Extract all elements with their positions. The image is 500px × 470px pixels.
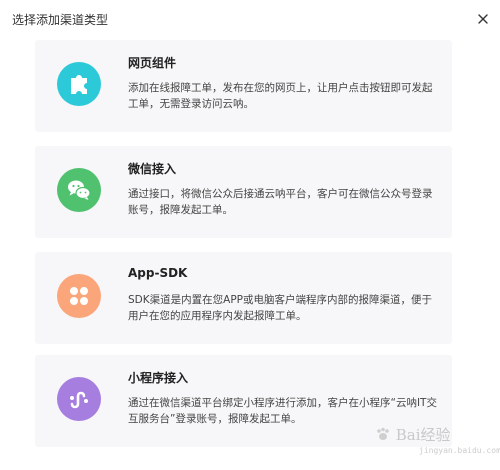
web-widget-icon-circle <box>57 62 101 106</box>
watermark-text: Bai经验 <box>395 426 451 444</box>
card-description: 通过在微信渠道平台绑定小程序进行添加，客户在小程序“云呐IT交互服务台”登录账号… <box>128 397 437 425</box>
card-title: 微信接入 <box>128 162 177 176</box>
miniprogram-icon <box>70 391 88 409</box>
baidu-jingyan-watermark: Bai经验 jingyan.baidu.com <box>375 424 500 455</box>
channel-card-app-sdk[interactable]: App-SDK SDK渠道是内置在您APP或电脑客户端程序内部的报障渠道，便于用… <box>35 252 452 344</box>
card-description: 通过接口，将微信公众后接通云呐平台，客户可在微信公众号登录账号，报障发起工单。 <box>128 188 433 216</box>
add-channel-dialog: 选择添加渠道类型 网页组件 添加在线报障工单，发布在您的网页上，让用户点击按钮即… <box>0 0 500 470</box>
close-button[interactable] <box>476 12 490 26</box>
dialog-title: 选择添加渠道类型 <box>12 13 109 27</box>
paw-icon <box>377 427 389 440</box>
app-sdk-icon-circle <box>57 274 101 318</box>
channel-card-wechat[interactable]: 微信接入 通过接口，将微信公众后接通云呐平台，客户可在微信公众号登录账号，报障发… <box>35 146 452 238</box>
clover-icon <box>70 287 88 305</box>
wechat-icon-circle <box>57 168 101 212</box>
card-title: 小程序接入 <box>128 371 189 385</box>
puzzle-icon <box>71 75 87 94</box>
wechat-icon <box>68 180 91 200</box>
watermark-subtext: jingyan.baidu.com <box>419 446 500 455</box>
miniprogram-icon-circle <box>57 377 101 421</box>
card-description: SDK渠道是内置在您APP或电脑客户端程序内部的报障渠道，便于用户在您的应用程序… <box>128 294 432 322</box>
card-title: 网页组件 <box>128 56 177 70</box>
card-title: App-SDK <box>128 266 188 280</box>
channel-card-web-widget[interactable]: 网页组件 添加在线报障工单，发布在您的网页上，让用户点击按钮即可发起工单，无需登… <box>35 40 452 132</box>
close-icon[interactable] <box>476 12 490 26</box>
card-description: 添加在线报障工单，发布在您的网页上，让用户点击按钮即可发起工单，无需登录访问云呐… <box>128 82 433 110</box>
